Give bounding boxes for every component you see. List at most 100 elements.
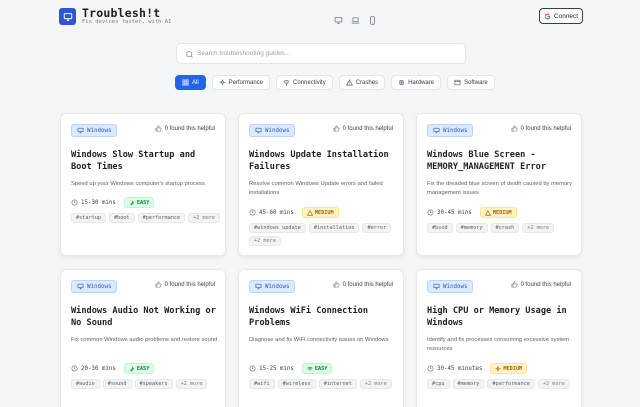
wrench-icon: [130, 366, 134, 371]
grid-icon: [182, 79, 189, 86]
thumbs-up-icon: [511, 125, 518, 132]
helpful-count: 0 found this helpful: [164, 125, 215, 132]
difficulty-badge: MEDIUM: [301, 207, 339, 218]
card-meta: 15-25 mins EASY: [249, 363, 333, 374]
difficulty-badge: EASY: [123, 363, 155, 374]
filter-performance[interactable]: Performance: [211, 75, 271, 90]
tag[interactable]: #sound: [102, 379, 132, 389]
platform-label: Windows: [87, 283, 112, 290]
tag[interactable]: #error: [362, 223, 392, 233]
duration-text: 15-30 mins: [81, 199, 116, 206]
helpful-button[interactable]: 0 found this helpful: [333, 281, 393, 288]
tag[interactable]: #bsod: [427, 223, 453, 233]
filter-software[interactable]: Software: [447, 75, 495, 90]
tag[interactable]: #performance: [137, 213, 186, 223]
platform-badge: Windows: [427, 280, 474, 293]
guide-card[interactable]: Windows 0 found this helpful Windows Upd…: [238, 113, 404, 256]
helpful-button[interactable]: 0 found this helpful: [155, 281, 215, 288]
connect-label: Connect: [553, 12, 579, 20]
helpful-button[interactable]: 0 found this helpful: [511, 125, 571, 132]
device-switcher: [334, 12, 377, 25]
card-title: Windows WiFi Connection Problems: [249, 306, 368, 328]
monitor-icon: [433, 127, 440, 134]
tag[interactable]: #startup: [71, 213, 106, 223]
card-meta: 30-45 mins MEDIUM: [427, 207, 517, 218]
more-tags[interactable]: +2 more: [537, 379, 570, 389]
helpful-button[interactable]: 0 found this helpful: [155, 125, 215, 132]
tag[interactable]: #cpu: [427, 379, 450, 389]
filter-all[interactable]: All: [175, 75, 206, 90]
thumbs-up-icon: [333, 125, 340, 132]
more-tags[interactable]: +2 more: [249, 236, 281, 246]
more-tags[interactable]: +2 more: [175, 379, 208, 389]
tag[interactable]: #speakers: [134, 379, 173, 389]
filter-crashes[interactable]: Crashes: [338, 75, 386, 90]
app-header: Troublesh!t Fix devices faster, with AI …: [0, 0, 640, 34]
tag[interactable]: #performance: [487, 379, 535, 389]
tag-list: #cpu #memory #performance +2 more: [427, 379, 577, 389]
tag[interactable]: #memory: [452, 379, 485, 389]
connect-button[interactable]: Connect: [539, 8, 583, 24]
tag[interactable]: #windows update: [249, 223, 306, 233]
filter-hardware[interactable]: Hardware: [391, 75, 442, 90]
card-meta: 30-45 minutes MEDIUM: [427, 363, 528, 374]
filter-label: Crashes: [355, 79, 379, 86]
more-tags[interactable]: +2 more: [188, 213, 220, 223]
guide-card[interactable]: Windows 0 found this helpful Windows Blu…: [416, 113, 582, 256]
tag-list: #startup #boot #performance +2 more: [71, 213, 221, 223]
helpful-button[interactable]: 0 found this helpful: [511, 281, 571, 288]
guide-card[interactable]: Windows 0 found this helpful Windows Slo…: [60, 113, 226, 256]
search-input[interactable]: [197, 45, 457, 62]
more-tags[interactable]: +2 more: [359, 379, 392, 389]
platform-label: Windows: [265, 283, 290, 290]
platform-label: Windows: [265, 127, 290, 134]
card-title: High CPU or Memory Usage in Windows: [427, 306, 567, 328]
laptop-icon[interactable]: [351, 12, 360, 24]
helpful-button[interactable]: 0 found this helpful: [333, 125, 393, 132]
clock-icon: [249, 209, 256, 216]
clock-icon: [71, 365, 78, 372]
difficulty-badge: EASY: [301, 363, 333, 374]
monitor-icon: [77, 127, 84, 134]
guide-card[interactable]: Windows 0 found this helpful Windows Aud…: [60, 269, 226, 407]
logo[interactable]: [59, 8, 76, 25]
platform-badge: Windows: [249, 124, 296, 137]
card-description: Diagnose and fix WiFi connectivity issue…: [249, 337, 389, 343]
tag[interactable]: #audio: [71, 379, 100, 389]
clock-icon: [427, 365, 434, 372]
duration: 20-30 mins: [71, 365, 116, 372]
platform-badge: Windows: [249, 280, 296, 293]
duration-text: 30-45 minutes: [437, 365, 483, 372]
sparkle-icon: [218, 79, 226, 86]
chip-icon: [399, 80, 404, 85]
thumbs-up-icon: [155, 281, 162, 288]
filter-connectivity[interactable]: Connectivity: [276, 75, 333, 90]
card-description: Fix common Windows audio problems and re…: [71, 337, 218, 343]
tag[interactable]: #installation: [308, 223, 360, 233]
duration: 45-60 mins: [249, 209, 294, 216]
filter-label: All: [192, 79, 199, 86]
platform-badge: Windows: [71, 124, 118, 137]
wrench-icon: [130, 200, 134, 205]
tag[interactable]: #wifi: [249, 379, 275, 389]
more-tags[interactable]: +2 more: [522, 223, 555, 233]
duration-text: 15-25 mins: [259, 365, 294, 372]
phone-icon[interactable]: [368, 12, 377, 25]
monitor-icon: [63, 12, 72, 21]
card-title: Windows Slow Startup and Boot Times: [71, 150, 196, 172]
tag[interactable]: #internet: [318, 379, 357, 389]
wifi-icon: [307, 366, 313, 370]
monitor-icon[interactable]: [334, 12, 343, 24]
search-icon: [186, 51, 193, 58]
tag[interactable]: #wireless: [277, 379, 316, 389]
tag[interactable]: #boot: [109, 213, 135, 223]
helpful-count: 0 found this helpful: [342, 281, 393, 288]
tag[interactable]: #memory: [455, 223, 488, 233]
card-title: Windows Blue Screen - MEMORY_MANAGEMENT …: [427, 150, 546, 172]
guide-card[interactable]: Windows 0 found this helpful High CPU or…: [416, 269, 582, 407]
guide-card[interactable]: Windows 0 found this helpful Windows WiF…: [238, 269, 404, 407]
difficulty-text: EASY: [136, 365, 150, 372]
thumbs-up-icon: [511, 281, 518, 288]
tag[interactable]: #crash: [490, 223, 520, 233]
card-title: Windows Update Installation Failures: [249, 150, 389, 172]
